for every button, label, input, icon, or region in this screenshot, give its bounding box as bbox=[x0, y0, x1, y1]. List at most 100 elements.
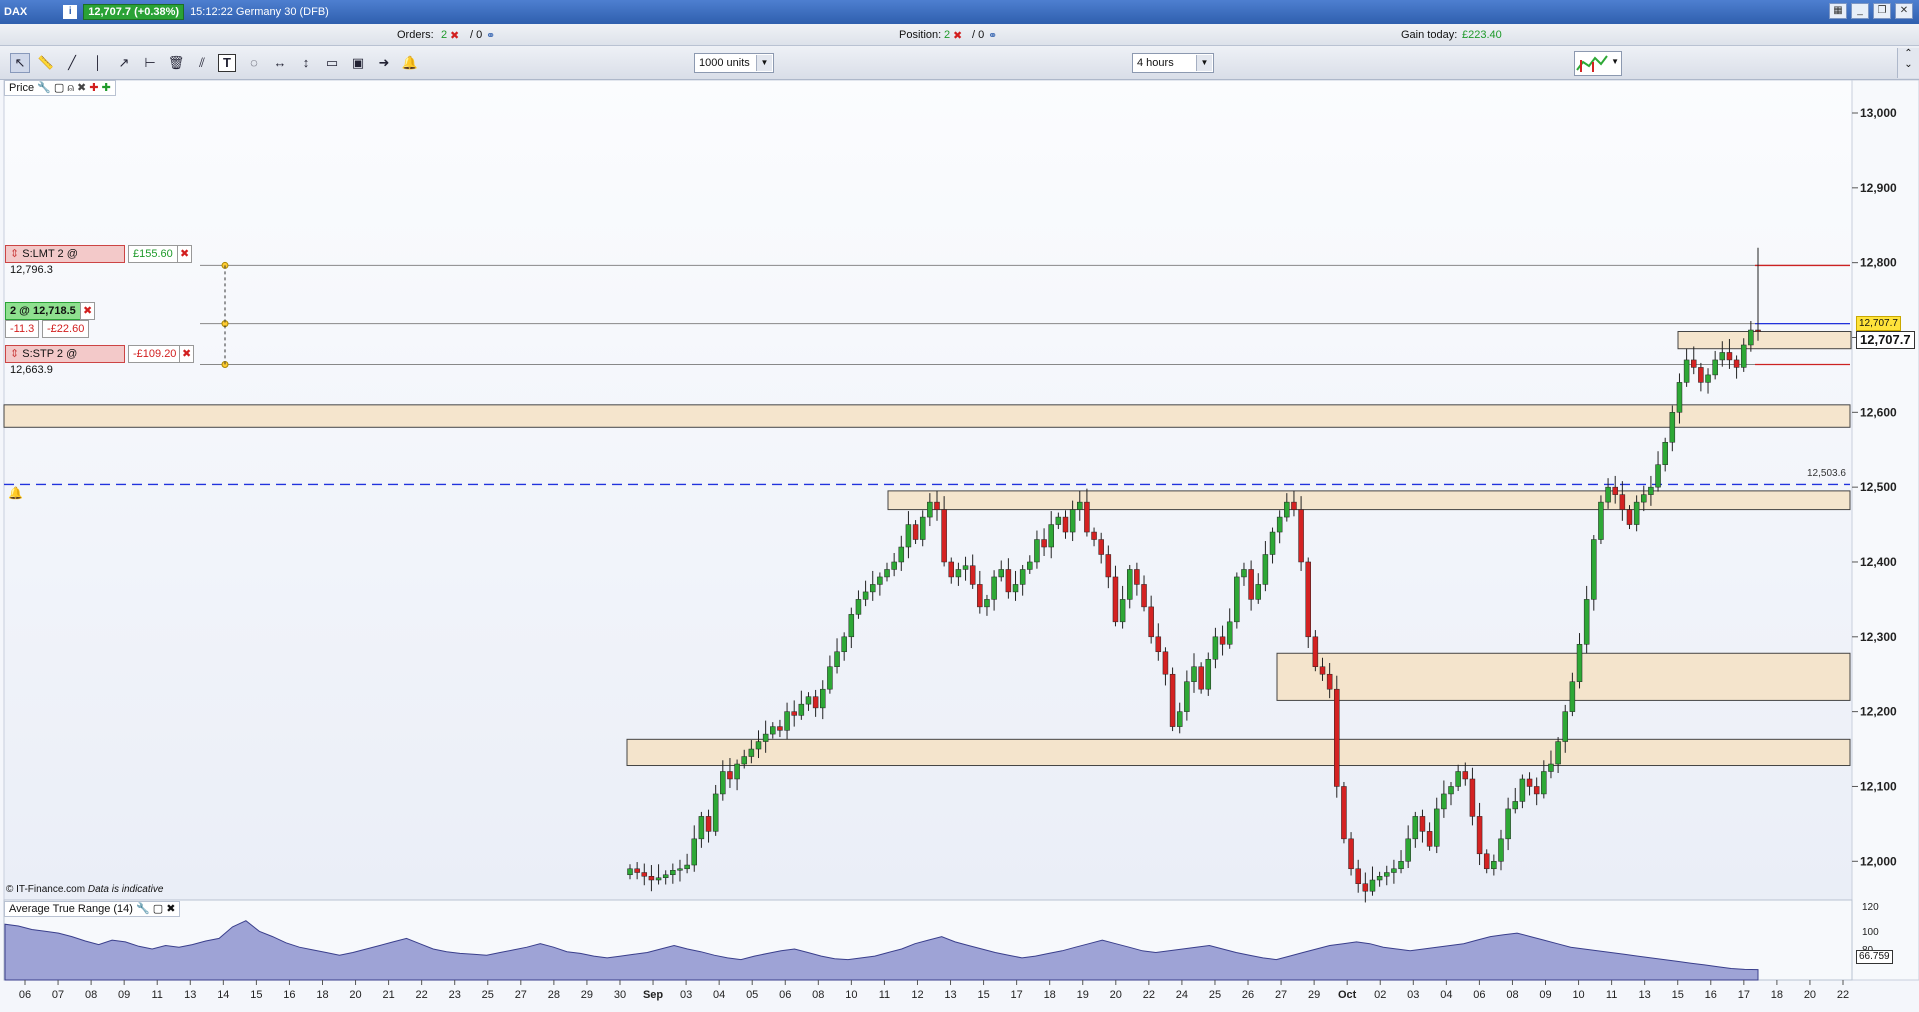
alert-bell-tool-icon[interactable]: 🔔 bbox=[400, 53, 420, 73]
wrench-icon[interactable]: 🔧 bbox=[136, 903, 150, 915]
limit-order-cancel-icon[interactable]: ✖ bbox=[177, 245, 193, 263]
chart-type-button[interactable]: ▼ bbox=[1574, 51, 1622, 76]
drag-handle-icon[interactable]: ⇕ bbox=[10, 248, 19, 260]
stop-order-cancel-icon[interactable]: ✖ bbox=[179, 345, 195, 363]
shape-tool-icon[interactable]: ◌ bbox=[244, 53, 264, 73]
x-tick-label: 22 bbox=[1143, 989, 1155, 1001]
position-close-icon[interactable]: ✖ bbox=[80, 302, 96, 320]
minimize-icon[interactable]: _ bbox=[1851, 3, 1869, 19]
position-link-icon[interactable]: ⚭ bbox=[988, 29, 997, 42]
stop-order-tag[interactable]: ⇕ S:STP 2 @ 12,663.9 bbox=[5, 345, 125, 376]
candle-body bbox=[1569, 681, 1576, 712]
orders-link-icon[interactable]: ⚭ bbox=[486, 29, 495, 42]
candle-body bbox=[1633, 501, 1640, 525]
alert-bell-icon[interactable]: 🔔 bbox=[8, 486, 23, 500]
candle-body bbox=[1269, 531, 1276, 555]
limit-order-gain: £155.60 bbox=[128, 245, 178, 263]
candle-body bbox=[1062, 516, 1069, 533]
position-sep: / 0 bbox=[972, 29, 985, 41]
x-tick-label: 08 bbox=[85, 989, 97, 1001]
candle-body bbox=[1205, 659, 1212, 690]
candle-body bbox=[884, 569, 890, 578]
window-icon[interactable]: ▢ bbox=[153, 903, 163, 915]
copyright-label: © IT-Finance.com bbox=[6, 884, 86, 895]
trendline-tool-icon[interactable]: ╱ bbox=[62, 53, 82, 73]
y-tick-label: 12,400 bbox=[1860, 555, 1897, 569]
limit-order-tag[interactable]: ⇕ S:LMT 2 @ 12,796.3 bbox=[5, 245, 125, 276]
grid-layout-icon[interactable]: ▦ bbox=[1829, 3, 1847, 19]
drawing-toolbar: ↖ 📏 ╱ │ ↗ ⊢ 🗑 ⫽ T ◌ ↔ ↕ ▭ ▣ ➜ 🔔 1000 uni… bbox=[0, 46, 1919, 80]
orders-count[interactable]: 2 bbox=[441, 29, 447, 41]
candle-body bbox=[1155, 636, 1162, 653]
y-tick-label: 12,200 bbox=[1860, 705, 1897, 719]
measure-tool-icon[interactable]: ↔ bbox=[270, 53, 290, 73]
candle-body bbox=[1319, 666, 1326, 675]
units-select[interactable]: 1000 units ▼ bbox=[694, 53, 774, 73]
arrow-tool-icon[interactable]: ➜ bbox=[374, 53, 394, 73]
horizontal-line-tool-icon[interactable]: ⊢ bbox=[140, 53, 160, 73]
fibonacci-tool-icon[interactable]: ▣ bbox=[348, 53, 368, 73]
x-tick-label: 30 bbox=[614, 989, 626, 1001]
candle-body bbox=[1369, 879, 1376, 892]
text-tool-icon[interactable]: T bbox=[218, 54, 236, 72]
position-count[interactable]: 2 bbox=[944, 29, 950, 41]
window-icon[interactable]: ▢ bbox=[54, 82, 64, 94]
close-panel-icon[interactable]: ✖ bbox=[166, 903, 175, 915]
x-tick-label: 02 bbox=[1374, 989, 1386, 1001]
window-titlebar: DAX i 12,707.7 (+0.38%) 15:12:22 Germany… bbox=[0, 0, 1919, 24]
add-icon[interactable]: ✚ bbox=[102, 82, 111, 94]
x-tick-label: 03 bbox=[680, 989, 692, 1001]
support-resistance-zone bbox=[1276, 652, 1851, 701]
candle-body bbox=[1583, 599, 1590, 645]
toolbar-collapse-icon[interactable]: ⌃ ⌄ bbox=[1897, 48, 1919, 78]
close-icon[interactable]: ✕ bbox=[1895, 3, 1913, 19]
candle-body bbox=[1362, 883, 1369, 892]
candle-body bbox=[1005, 569, 1012, 593]
restore-icon[interactable]: ❐ bbox=[1873, 3, 1891, 19]
chevron-down-icon: ▼ bbox=[1611, 57, 1619, 66]
candle-body bbox=[1255, 584, 1262, 600]
candle-body bbox=[1690, 359, 1697, 368]
candle-body bbox=[841, 636, 847, 653]
candle-body bbox=[919, 516, 926, 540]
x-tick-label: 10 bbox=[845, 989, 857, 1001]
position-tag[interactable]: 2 @ 12,718.5 bbox=[5, 302, 81, 320]
close-panel-icon[interactable]: ✖ bbox=[77, 82, 86, 94]
current-price-tag-small: 12,707.7 bbox=[1856, 316, 1901, 331]
candle-body bbox=[1412, 816, 1419, 840]
candle-body bbox=[677, 868, 683, 871]
candle-body bbox=[1276, 516, 1283, 533]
vertical-range-tool-icon[interactable]: ↕ bbox=[296, 53, 316, 73]
interval-select[interactable]: 4 hours ▼ bbox=[1132, 53, 1214, 73]
x-tick-label: 13 bbox=[1639, 989, 1651, 1001]
symbol-name: DAX bbox=[4, 6, 28, 18]
delete-tool-icon[interactable]: 🗑 bbox=[166, 53, 186, 73]
drag-handle-icon[interactable]: ⇕ bbox=[10, 348, 19, 360]
pointer-tool-icon[interactable]: ↖ bbox=[10, 53, 30, 73]
remove-icon[interactable]: ✚ bbox=[89, 82, 98, 94]
candle-body bbox=[684, 864, 690, 870]
orders-cancel-icon[interactable]: ✖ bbox=[450, 29, 459, 42]
rectangle-tool-icon[interactable]: ▭ bbox=[322, 53, 342, 73]
candle-body bbox=[898, 546, 905, 563]
position-cancel-icon[interactable]: ✖ bbox=[953, 29, 962, 42]
info-icon[interactable]: i bbox=[63, 5, 78, 19]
vertical-line-tool-icon[interactable]: │ bbox=[88, 53, 108, 73]
x-tick-label: 15 bbox=[977, 989, 989, 1001]
y-tick-label: 12,100 bbox=[1860, 779, 1897, 793]
x-tick-label: 22 bbox=[1837, 989, 1849, 1001]
ruler-tool-icon[interactable]: 📏 bbox=[36, 53, 56, 73]
parallel-channel-tool-icon[interactable]: ⫽ bbox=[192, 53, 212, 73]
candle-body bbox=[1483, 853, 1490, 870]
price-chart-svg[interactable]: 12,000 12,100 12,200 12,300 12,400 12,500 12,6… bbox=[0, 79, 1919, 1009]
ray-tool-icon[interactable]: ↗ bbox=[114, 53, 134, 73]
candle-body bbox=[1341, 786, 1347, 840]
x-tick-label: Oct bbox=[1338, 989, 1357, 1001]
wrench-icon[interactable]: 🔧 bbox=[37, 82, 51, 94]
x-tick-label: 03 bbox=[1407, 989, 1419, 1001]
candle-body bbox=[955, 569, 962, 578]
y-tick-label: 12,000 bbox=[1860, 854, 1897, 868]
candle-body bbox=[1419, 816, 1426, 832]
chart-area[interactable]: 12,000 12,100 12,200 12,300 12,400 12,500 12,6… bbox=[0, 79, 1919, 1009]
bell-icon[interactable]: ⍝ bbox=[67, 82, 74, 94]
